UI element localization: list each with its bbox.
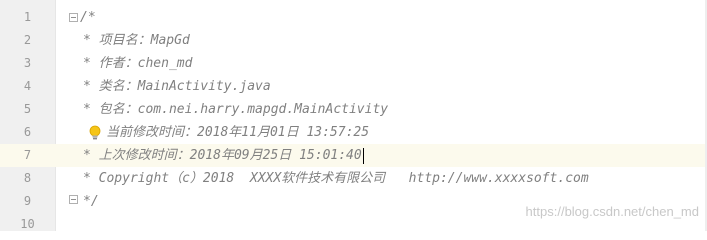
code-line-3[interactable]: 3 * 作者：chen_md bbox=[0, 52, 707, 75]
line-number: 5 bbox=[23, 102, 32, 116]
code-line-4[interactable]: 4 * 类名：MainActivity.java bbox=[0, 75, 707, 98]
line-number: 3 bbox=[23, 56, 32, 70]
watermark: https://blog.csdn.net/chen_md bbox=[525, 204, 699, 219]
code-line-2[interactable]: 2 * 项目名：MapGd bbox=[0, 29, 707, 52]
code-text: * 作者：chen_md bbox=[83, 56, 193, 71]
code-text: * 项目名：MapGd bbox=[83, 33, 190, 48]
fold-marker-icon[interactable] bbox=[69, 195, 78, 204]
code-text: 当前修改时间：2018年11月01日 13:57:25 bbox=[106, 125, 370, 140]
line-number: 1 bbox=[23, 10, 32, 24]
code-line-8[interactable]: 8 * Copyright（c）2018 XXXX软件技术有限公司 http:/… bbox=[0, 167, 707, 190]
line-number: 9 bbox=[23, 194, 32, 208]
code-text: /* bbox=[80, 10, 96, 25]
line-number: 4 bbox=[23, 79, 32, 93]
fold-marker-icon[interactable] bbox=[69, 13, 78, 22]
code-text: * 类名：MainActivity.java bbox=[83, 79, 271, 94]
code-line-5[interactable]: 5 * 包名：com.nei.harry.mapgd.MainActivity bbox=[0, 98, 707, 121]
code-text: * Copyright（c）2018 XXXX软件技术有限公司 http://w… bbox=[83, 171, 589, 186]
line-number: 6 bbox=[23, 125, 32, 139]
lightbulb-icon[interactable] bbox=[89, 125, 101, 141]
code-line-6[interactable]: 6 当前修改时间：2018年11月01日 13:57:25 bbox=[0, 121, 707, 144]
code-line-7-current[interactable]: 7 * 上次修改时间：2018年09月25日 15:01:40 bbox=[0, 144, 707, 167]
line-number: 8 bbox=[23, 171, 32, 185]
code-text-content: * 上次修改时间：2018年09月25日 15:01:40 bbox=[83, 148, 362, 163]
code-editor[interactable]: 1 /* 2 * 项目名：MapGd 3 * 作者：chen_md 4 * 类名… bbox=[0, 0, 707, 231]
code-text: * 包名：com.nei.harry.mapgd.MainActivity bbox=[83, 102, 389, 117]
code-text: */ bbox=[83, 194, 99, 209]
code-text: * 上次修改时间：2018年09月25日 15:01:40 bbox=[83, 144, 364, 167]
line-number: 7 bbox=[0, 144, 55, 167]
line-number: 10 bbox=[20, 217, 35, 231]
line-number: 2 bbox=[23, 33, 32, 47]
text-caret bbox=[362, 147, 364, 164]
code-line-1[interactable]: 1 /* bbox=[0, 6, 707, 29]
